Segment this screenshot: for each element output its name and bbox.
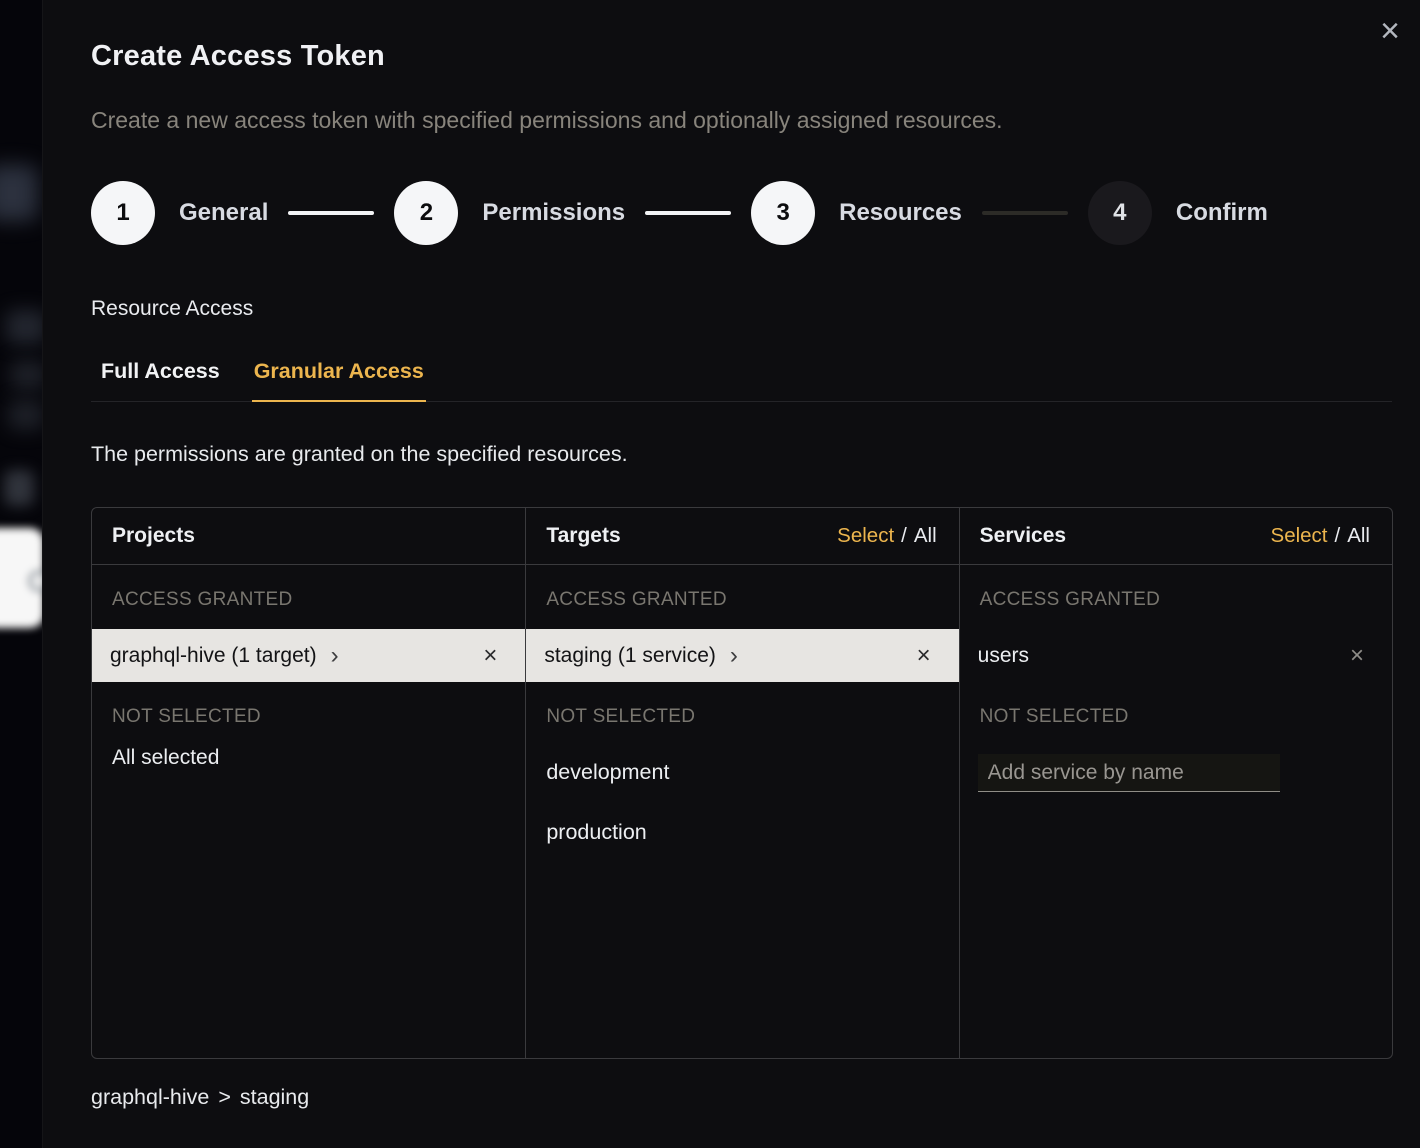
not-selected-label: NOT SELECTED: [112, 706, 505, 728]
not-selected-label: NOT SELECTED: [980, 706, 1372, 728]
tab-granular-access[interactable]: Granular Access: [252, 359, 426, 402]
remove-icon: ×: [917, 642, 931, 669]
remove-icon: ×: [483, 642, 497, 669]
access-mode-tabs: Full Access Granular Access: [91, 359, 1392, 402]
step-general[interactable]: 1 General: [91, 181, 268, 245]
targets-select-all: Select / All: [837, 524, 936, 548]
backdrop-blur-shape: [10, 360, 42, 390]
access-granted-label: ACCESS GRANTED: [980, 589, 1372, 611]
backdrop-blur-glyph: [28, 570, 42, 592]
projects-column-title: Projects: [112, 524, 195, 548]
close-icon: ×: [1380, 12, 1400, 50]
step-number-badge: 2: [394, 181, 458, 245]
services-select-all: Select / All: [1271, 524, 1370, 548]
chevron-right-icon: ›: [331, 644, 339, 668]
step-label: Permissions: [482, 199, 625, 227]
services-column: Services Select / All ACCESS GRANTED use…: [959, 508, 1392, 1058]
granted-service-label: users: [978, 644, 1029, 668]
add-service-input[interactable]: [978, 754, 1280, 792]
step-label: Confirm: [1176, 199, 1268, 227]
selected-project-row[interactable]: graphql-hive (1 target) › ×: [92, 629, 525, 682]
targets-not-selected-list: development production: [546, 760, 938, 845]
tab-full-access[interactable]: Full Access: [99, 359, 222, 402]
backdrop-blur-shape: [4, 470, 34, 506]
selected-target-row[interactable]: staging (1 service) › ×: [526, 629, 958, 682]
backdrop-blur-card: [0, 528, 42, 628]
services-all-link[interactable]: All: [1347, 524, 1370, 548]
target-item-production[interactable]: production: [546, 820, 938, 845]
step-connector: [645, 211, 731, 215]
targets-select-link[interactable]: Select: [837, 524, 894, 548]
targets-column-header: Targets Select / All: [526, 508, 958, 565]
breadcrumb-project: graphql-hive: [91, 1085, 209, 1110]
backdrop-blur-shape: [6, 310, 42, 344]
step-connector: [982, 211, 1068, 215]
selected-project-label: graphql-hive (1 target): [110, 644, 317, 668]
step-number-badge: 1: [91, 181, 155, 245]
breadcrumb: graphql-hive > staging: [91, 1085, 1392, 1110]
select-all-separator: /: [1335, 524, 1341, 548]
projects-column-header: Projects: [92, 508, 525, 565]
resource-access-heading: Resource Access: [91, 297, 1392, 321]
target-item-development[interactable]: development: [546, 760, 938, 785]
step-label: Resources: [839, 199, 962, 227]
wizard-stepper: 1 General 2 Permissions 3 Resources 4 Co…: [91, 181, 1392, 245]
projects-all-selected-note: All selected: [112, 746, 505, 770]
not-selected-label: NOT SELECTED: [546, 706, 938, 728]
projects-column: Projects ACCESS GRANTED graphql-hive (1 …: [92, 508, 525, 1058]
close-button[interactable]: ×: [1374, 8, 1406, 54]
chevron-right-icon: ›: [730, 644, 738, 668]
create-access-token-dialog: × Create Access Token Create a new acces…: [42, 0, 1420, 1148]
step-number-badge: 4: [1088, 181, 1152, 245]
granular-access-description: The permissions are granted on the speci…: [91, 442, 1392, 467]
access-granted-label: ACCESS GRANTED: [112, 589, 505, 611]
granted-service-row: users ×: [960, 629, 1392, 682]
step-number-badge: 3: [751, 181, 815, 245]
services-select-link[interactable]: Select: [1271, 524, 1328, 548]
remove-project-button[interactable]: ×: [479, 640, 501, 672]
remove-target-button[interactable]: ×: [913, 640, 935, 672]
select-all-separator: /: [901, 524, 907, 548]
page-backdrop: [0, 0, 42, 1148]
step-connector: [288, 211, 374, 215]
step-label: General: [179, 199, 268, 227]
access-granted-label: ACCESS GRANTED: [546, 589, 938, 611]
breadcrumb-target: staging: [240, 1085, 309, 1110]
targets-all-link[interactable]: All: [914, 524, 937, 548]
backdrop-blur-shape: [8, 400, 42, 430]
targets-column: Targets Select / All ACCESS GRANTED stag…: [525, 508, 958, 1058]
services-column-title: Services: [980, 524, 1066, 548]
backdrop-blur-shape: [0, 165, 38, 221]
step-confirm[interactable]: 4 Confirm: [1088, 181, 1268, 245]
step-permissions[interactable]: 2 Permissions: [394, 181, 625, 245]
dialog-title: Create Access Token: [91, 40, 1392, 73]
services-column-header: Services Select / All: [960, 508, 1392, 565]
resource-selection-table: Projects ACCESS GRANTED graphql-hive (1 …: [91, 507, 1393, 1059]
breadcrumb-separator: >: [218, 1085, 231, 1110]
step-resources[interactable]: 3 Resources: [751, 181, 962, 245]
targets-column-title: Targets: [546, 524, 620, 548]
dialog-subtitle: Create a new access token with specified…: [91, 107, 1392, 134]
remove-icon: ×: [1350, 642, 1364, 669]
remove-service-button[interactable]: ×: [1346, 640, 1368, 672]
selected-target-label: staging (1 service): [544, 644, 716, 668]
